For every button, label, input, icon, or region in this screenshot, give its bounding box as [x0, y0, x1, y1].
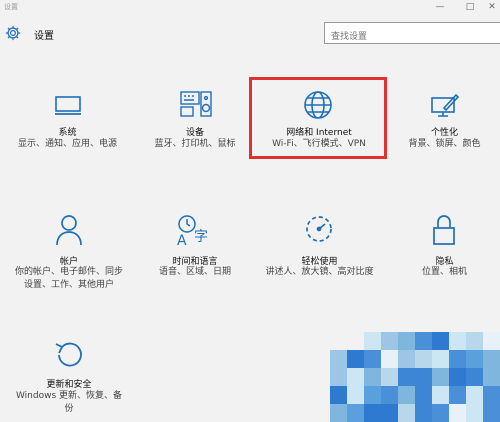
- mosaic-cell: [415, 404, 432, 422]
- mosaic-cell: [483, 332, 500, 350]
- dashed-timer-icon: [306, 216, 332, 242]
- tile-label: 个性化: [430, 128, 458, 138]
- tile-personalization[interactable]: 个性化 背景、锁屏、颜色: [392, 88, 497, 158]
- mosaic-cell: [364, 350, 381, 368]
- gear-icon: [5, 25, 21, 41]
- mosaic-cell: [398, 386, 415, 404]
- mosaic-cell: [415, 332, 432, 350]
- mosaic-cell: [483, 350, 500, 368]
- tile-time-language[interactable]: A 字 时间和语言 语音、区域、日期: [140, 214, 250, 284]
- paint-brush-icon: [431, 93, 460, 117]
- mosaic-cell: [432, 332, 449, 350]
- mosaic-cell: [483, 386, 500, 404]
- mosaic-cell: [466, 404, 483, 422]
- mosaic-cell: [398, 350, 415, 368]
- mosaic-cell: [364, 386, 381, 404]
- mosaic-cell: [449, 350, 466, 368]
- tile-description: 显示、通知、应用、电源: [17, 139, 117, 149]
- mosaic-cell: [330, 404, 347, 422]
- mosaic-cell: [432, 368, 449, 386]
- mosaic-cell: [466, 350, 483, 368]
- mosaic-cell: [364, 404, 381, 422]
- tile-label: 系统: [58, 128, 77, 138]
- mosaic-cell: [483, 368, 500, 386]
- mosaic-cell: [415, 350, 432, 368]
- tile-description: 语音、区域、日期: [158, 267, 231, 277]
- tile-accounts[interactable]: 帐户 你的帐户、电子邮件、同步设置、工作、其他用户: [14, 214, 124, 304]
- mosaic-cell: [449, 368, 466, 386]
- mosaic-cell: [466, 332, 483, 350]
- search-input[interactable]: [324, 22, 500, 44]
- mosaic-cell: [347, 386, 364, 404]
- mosaic-cell: [398, 404, 415, 422]
- mosaic-cell: [364, 368, 381, 386]
- tile-description: 讲述人、放大镜、高对比度: [265, 267, 374, 277]
- window-title: 设置: [4, 3, 18, 11]
- mosaic-cell: [466, 368, 483, 386]
- mosaic-cell: [330, 368, 347, 386]
- time-language-icon: A 字: [177, 215, 208, 246]
- tile-description: 蓝牙、打印机、鼠标: [154, 139, 236, 149]
- mosaic-cell: [483, 404, 500, 422]
- mosaic-cell: [449, 332, 466, 350]
- mosaic-cell: [415, 368, 432, 386]
- tile-description: 位置、相机: [421, 267, 467, 277]
- tile-description: 背景、锁屏、颜色: [408, 139, 481, 149]
- minimize-button[interactable]: —: [428, 0, 452, 14]
- pixelated-watermark: [330, 332, 500, 422]
- mosaic-cell: [330, 350, 347, 368]
- mosaic-cell: [364, 332, 381, 350]
- person-icon: [56, 215, 82, 246]
- mosaic-cell: [449, 404, 466, 422]
- tile-description: 你的帐户、电子邮件、同步设置、工作、其他用户: [14, 267, 123, 290]
- mosaic-cell: [347, 350, 364, 368]
- tile-system[interactable]: 系统 显示、通知、应用、电源: [10, 88, 125, 168]
- svg-text:字: 字: [194, 229, 208, 245]
- mosaic-cell: [432, 350, 449, 368]
- mosaic-cell: [381, 332, 398, 350]
- tile-update-security[interactable]: 更新和安全 Windows 更新、恢复、备份: [14, 340, 124, 420]
- tile-devices[interactable]: 设备 蓝牙、打印机、鼠标: [140, 88, 250, 158]
- mosaic-cell: [330, 386, 347, 404]
- page-title: 设置: [34, 31, 54, 42]
- mosaic-cell: [415, 386, 432, 404]
- mosaic-cell: [432, 386, 449, 404]
- tile-label: 更新和安全: [46, 380, 92, 390]
- title-bar: 设置 — □ ✕: [0, 0, 500, 14]
- close-button[interactable]: ✕: [480, 0, 500, 14]
- svg-text:A: A: [177, 233, 187, 246]
- tile-description: Windows 更新、恢复、备份: [15, 391, 123, 414]
- mosaic-cell: [432, 404, 449, 422]
- tile-privacy[interactable]: 隐私 位置、相机: [392, 214, 497, 284]
- monitor-icon: [55, 96, 81, 115]
- mosaic-cell: [381, 386, 398, 404]
- mosaic-cell: [466, 386, 483, 404]
- mosaic-cell: [381, 350, 398, 368]
- mosaic-cell: [398, 368, 415, 386]
- mosaic-cell: [381, 368, 398, 386]
- tile-label: 设备: [185, 128, 204, 138]
- maximize-button[interactable]: □: [458, 0, 482, 14]
- mosaic-cell: [449, 386, 466, 404]
- mosaic-cell: [398, 332, 415, 350]
- mosaic-cell: [347, 404, 364, 422]
- highlight-box: [249, 77, 387, 159]
- lock-icon: [433, 215, 455, 245]
- tile-ease-of-access[interactable]: 轻松使用 讲述人、放大镜、高对比度: [262, 214, 377, 294]
- refresh-arrow-icon: [55, 342, 82, 367]
- mosaic-cell: [381, 404, 398, 422]
- keyboard-speaker-icon: [180, 91, 212, 117]
- mosaic-cell: [347, 368, 364, 386]
